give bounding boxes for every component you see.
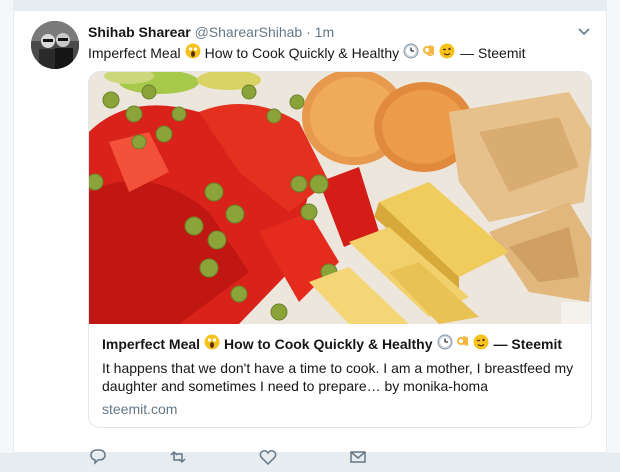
- author-name[interactable]: Shihab Sharear: [88, 24, 191, 40]
- screaming-face-icon: [204, 334, 220, 353]
- like-icon[interactable]: [258, 447, 278, 467]
- avatar[interactable]: [31, 21, 79, 69]
- message-icon[interactable]: [348, 447, 368, 467]
- timestamp[interactable]: 1m: [315, 24, 334, 40]
- card-body: Imperfect Meal How to Cook Quickly & Hea…: [102, 334, 582, 417]
- tweet-text-part1: Imperfect Meal: [88, 44, 181, 61]
- tweet-actions: [88, 447, 538, 467]
- card-title-part2: How to Cook Quickly & Healthy: [224, 335, 433, 352]
- ok-hand-icon: [455, 334, 471, 353]
- tweet-header: Shihab Sharear @SharearShihab · 1m: [88, 24, 334, 40]
- author-handle[interactable]: @SharearShihab: [195, 24, 303, 40]
- winking-face-icon: [473, 334, 489, 353]
- tweet-text: Imperfect Meal How to Cook Quickly & Hea…: [88, 43, 525, 62]
- card-domain[interactable]: steemit.com: [102, 401, 582, 417]
- card-image[interactable]: [89, 72, 591, 324]
- tweet-text-part2: How to Cook Quickly & Healthy: [204, 44, 400, 61]
- ok-hand-icon: [421, 43, 437, 62]
- right-gutter: [607, 0, 620, 453]
- card-title-part1: Imperfect Meal: [102, 335, 201, 352]
- tweet-text-part3: — Steemit: [460, 44, 526, 61]
- clock-icon: [403, 43, 419, 62]
- card-description: It happens that we don't have a time to …: [102, 360, 574, 394]
- winking-face-icon: [439, 43, 455, 62]
- card-title[interactable]: Imperfect Meal How to Cook Quickly & Hea…: [102, 334, 582, 353]
- tweet[interactable]: Shihab Sharear @SharearShihab · 1m Imper…: [13, 10, 607, 466]
- card-title-part3: — Steemit: [493, 335, 562, 352]
- screaming-face-icon: [185, 43, 201, 62]
- separator-dot: ·: [306, 24, 311, 40]
- link-card[interactable]: Imperfect Meal How to Cook Quickly & Hea…: [88, 71, 592, 428]
- reply-icon[interactable]: [88, 447, 108, 467]
- chevron-down-icon[interactable]: [576, 23, 592, 39]
- left-gutter: [0, 0, 13, 453]
- retweet-icon[interactable]: [168, 447, 188, 467]
- clock-icon: [437, 334, 453, 353]
